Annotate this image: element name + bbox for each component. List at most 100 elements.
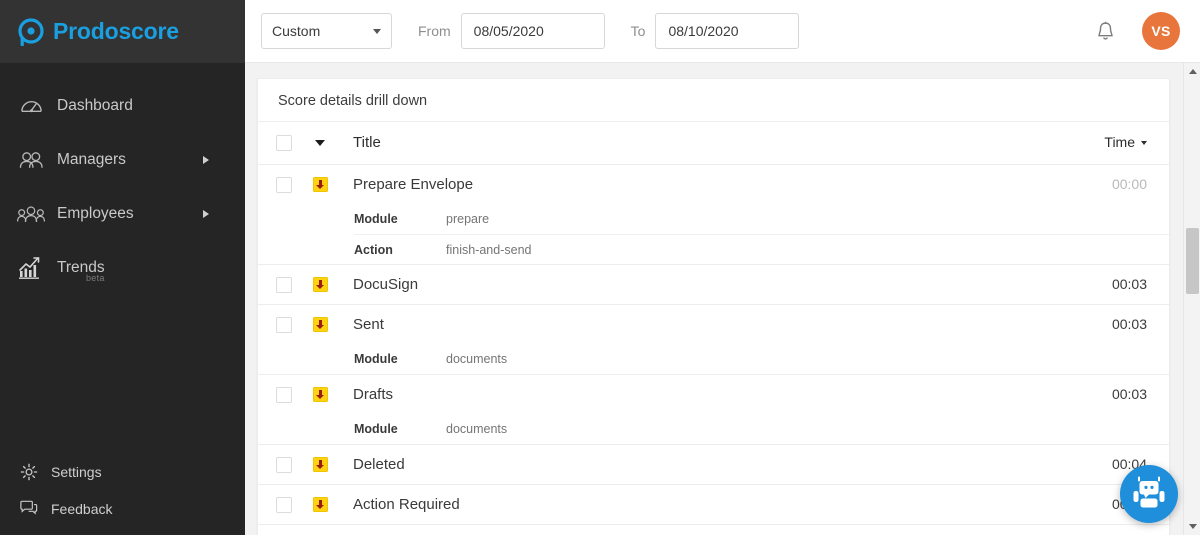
notification-bell-icon[interactable]: [1094, 19, 1116, 43]
from-date-input[interactable]: [460, 13, 605, 49]
table-row-main[interactable]: Drafts 00:03: [258, 375, 1169, 414]
gear-icon: [17, 459, 41, 485]
row-select-cell: [270, 316, 298, 333]
to-date-input[interactable]: [655, 13, 800, 49]
brand-header[interactable]: Prodoscore: [0, 0, 245, 63]
app-root: Prodoscore Dashboard Managers Employees …: [0, 0, 1200, 535]
download-badge-icon[interactable]: [312, 497, 328, 512]
chevron-down-icon: [373, 29, 381, 34]
row-time-cell: 00:00: [1073, 176, 1169, 194]
download-badge-icon[interactable]: [312, 317, 328, 332]
column-time-label: Time: [1104, 134, 1135, 150]
row-checkbox[interactable]: [276, 276, 292, 293]
row-title: Action Required: [353, 495, 460, 513]
table-row-main[interactable]: Deleted 00:04: [258, 445, 1169, 484]
chatbot-launcher-button[interactable]: [1120, 465, 1178, 523]
row-title: DocuSign: [353, 275, 419, 293]
select-all-checkbox[interactable]: [276, 135, 292, 151]
table-row[interactable]: Deleted 00:04: [258, 445, 1169, 485]
row-download-cell: [298, 457, 342, 472]
chatbot-robot-icon: [1132, 475, 1166, 514]
sidebar-item-feedback[interactable]: Feedback: [0, 490, 245, 527]
row-title: Deleted: [353, 455, 405, 473]
row-detail-value: documents: [446, 352, 508, 366]
row-checkbox[interactable]: [276, 386, 292, 403]
scrollbar-thumb[interactable]: [1186, 228, 1199, 294]
bulk-action-cell: [298, 140, 342, 146]
table-row-main[interactable]: Sent 00:03: [258, 305, 1169, 344]
table-row[interactable]: Waiting for Others00:04: [258, 525, 1169, 535]
download-badge-icon[interactable]: [312, 177, 328, 192]
column-header-title[interactable]: Title: [342, 134, 1073, 152]
chevron-right-icon[interactable]: [203, 210, 209, 218]
score-details-card: Score details drill down Title Time Prep…: [257, 78, 1170, 535]
row-checkbox[interactable]: [276, 176, 292, 193]
row-title: Prepare Envelope: [353, 175, 474, 193]
download-badge-icon[interactable]: [312, 387, 328, 402]
feedback-chat-icon: [17, 496, 41, 522]
row-detail-value: documents: [446, 422, 508, 436]
row-detail: Action finish-and-send: [354, 234, 1169, 264]
row-checkbox[interactable]: [276, 316, 292, 333]
chevron-right-icon[interactable]: [203, 156, 209, 164]
table-row-main[interactable]: Action Required00:04: [258, 485, 1169, 524]
from-label: From: [418, 23, 451, 39]
sidebar: Prodoscore Dashboard Managers Employees …: [0, 0, 245, 535]
row-detail: Module documents: [354, 414, 1169, 444]
sidebar-item-label: Employees: [57, 205, 134, 222]
row-detail-key: Module: [354, 212, 398, 226]
row-title: Drafts: [353, 385, 394, 403]
row-download-cell: [298, 497, 342, 512]
row-time: 00:03: [1111, 385, 1147, 402]
row-title-cell: Action Required: [342, 496, 1073, 514]
topbar-right-group: VS: [1094, 12, 1180, 50]
top-toolbar: Custom From To VS: [245, 0, 1200, 63]
row-download-cell: [298, 317, 342, 332]
table-row[interactable]: Drafts 00:03 Module documents: [258, 375, 1169, 445]
to-label: To: [630, 23, 646, 39]
row-select-cell: [270, 176, 298, 193]
table-body: Prepare Envelope 00:00 Module prepare Action…: [258, 165, 1169, 535]
sidebar-item-managers[interactable]: Managers: [0, 133, 245, 187]
content-area: Score details drill down Title Time Prep…: [245, 63, 1200, 535]
column-header-time[interactable]: Time: [1073, 134, 1169, 152]
row-detail: Module prepare: [354, 204, 1169, 234]
download-badge-icon[interactable]: [312, 277, 328, 292]
row-checkbox[interactable]: [276, 456, 292, 473]
date-range-select[interactable]: Custom: [261, 13, 392, 49]
table-row[interactable]: DocuSign 00:03: [258, 265, 1169, 305]
table-row[interactable]: Action Required00:04: [258, 485, 1169, 525]
scroll-up-arrow-icon[interactable]: [1184, 63, 1200, 80]
table-row-main[interactable]: Prepare Envelope 00:00: [258, 165, 1169, 204]
row-select-cell: [270, 456, 298, 473]
vertical-scrollbar[interactable]: [1183, 63, 1200, 535]
row-time-cell: 00:03: [1073, 386, 1169, 404]
employees-group-icon: [17, 201, 45, 227]
download-badge-icon[interactable]: [312, 457, 328, 472]
table-row-main[interactable]: DocuSign 00:03: [258, 265, 1169, 304]
sidebar-nav-bottom: Settings Feedback: [0, 453, 245, 535]
sidebar-item-trends[interactable]: Trends beta: [0, 241, 245, 295]
row-title: Sent: [353, 315, 384, 333]
row-title-cell: Deleted: [342, 456, 1073, 474]
row-checkbox[interactable]: [276, 496, 292, 513]
table-row[interactable]: Prepare Envelope 00:00 Module prepare Action…: [258, 165, 1169, 265]
row-title-cell: Prepare Envelope: [342, 176, 1073, 194]
table-row[interactable]: Sent 00:03 Module documents: [258, 305, 1169, 375]
prodoscore-logo-icon: [17, 17, 45, 47]
row-title-cell: Sent: [342, 316, 1073, 334]
row-detail-key: Module: [354, 422, 398, 436]
sidebar-item-label: Feedback: [51, 500, 113, 517]
sidebar-item-employees[interactable]: Employees: [0, 187, 245, 241]
table-header-row: Title Time: [258, 121, 1169, 165]
avatar[interactable]: VS: [1142, 12, 1180, 50]
sidebar-item-settings[interactable]: Settings: [0, 453, 245, 490]
scroll-down-arrow-icon[interactable]: [1184, 518, 1200, 535]
row-time-cell: 00:03: [1073, 316, 1169, 334]
speedometer-icon: [17, 93, 45, 119]
sidebar-item-dashboard[interactable]: Dashboard: [0, 79, 245, 133]
table-row-main[interactable]: Waiting for Others00:04: [258, 525, 1169, 535]
chevron-down-icon[interactable]: [315, 140, 325, 146]
sort-caret-icon: [1141, 141, 1147, 146]
row-title-cell: Drafts: [342, 386, 1073, 404]
